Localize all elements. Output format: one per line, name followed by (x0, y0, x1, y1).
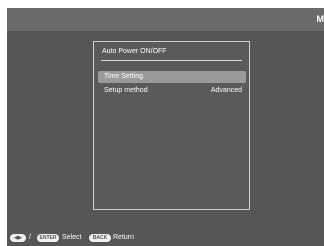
return-label: Return (113, 234, 135, 241)
title-divider (101, 60, 242, 61)
back-button-icon: BACK (89, 234, 111, 242)
bottom-help-bar: ◀▶ / ENTER Select BACK Return (7, 232, 324, 246)
menu-item-setup-method[interactable]: Setup method Advanced (98, 85, 246, 97)
select-label: Select (62, 234, 82, 241)
nav-arrows-button-icon: ◀▶ (10, 234, 26, 242)
menu-item-label: Time Setting (104, 73, 144, 80)
menu-item-value: Advanced (210, 87, 242, 94)
separator: / (29, 234, 31, 241)
top-bar: M (7, 8, 324, 31)
tv-screen: M Auto Power ON/OFF Time Setting Setup m… (7, 8, 324, 246)
memory-card-icon: M (316, 14, 324, 24)
enter-button-icon: ENTER (37, 234, 59, 242)
menu-item-label: Setup method (104, 87, 148, 94)
menu-title: Auto Power ON/OFF (102, 48, 167, 55)
menu-item-time-setting[interactable]: Time Setting (98, 71, 246, 83)
menu-panel: Auto Power ON/OFF Time Setting Setup met… (93, 41, 250, 210)
